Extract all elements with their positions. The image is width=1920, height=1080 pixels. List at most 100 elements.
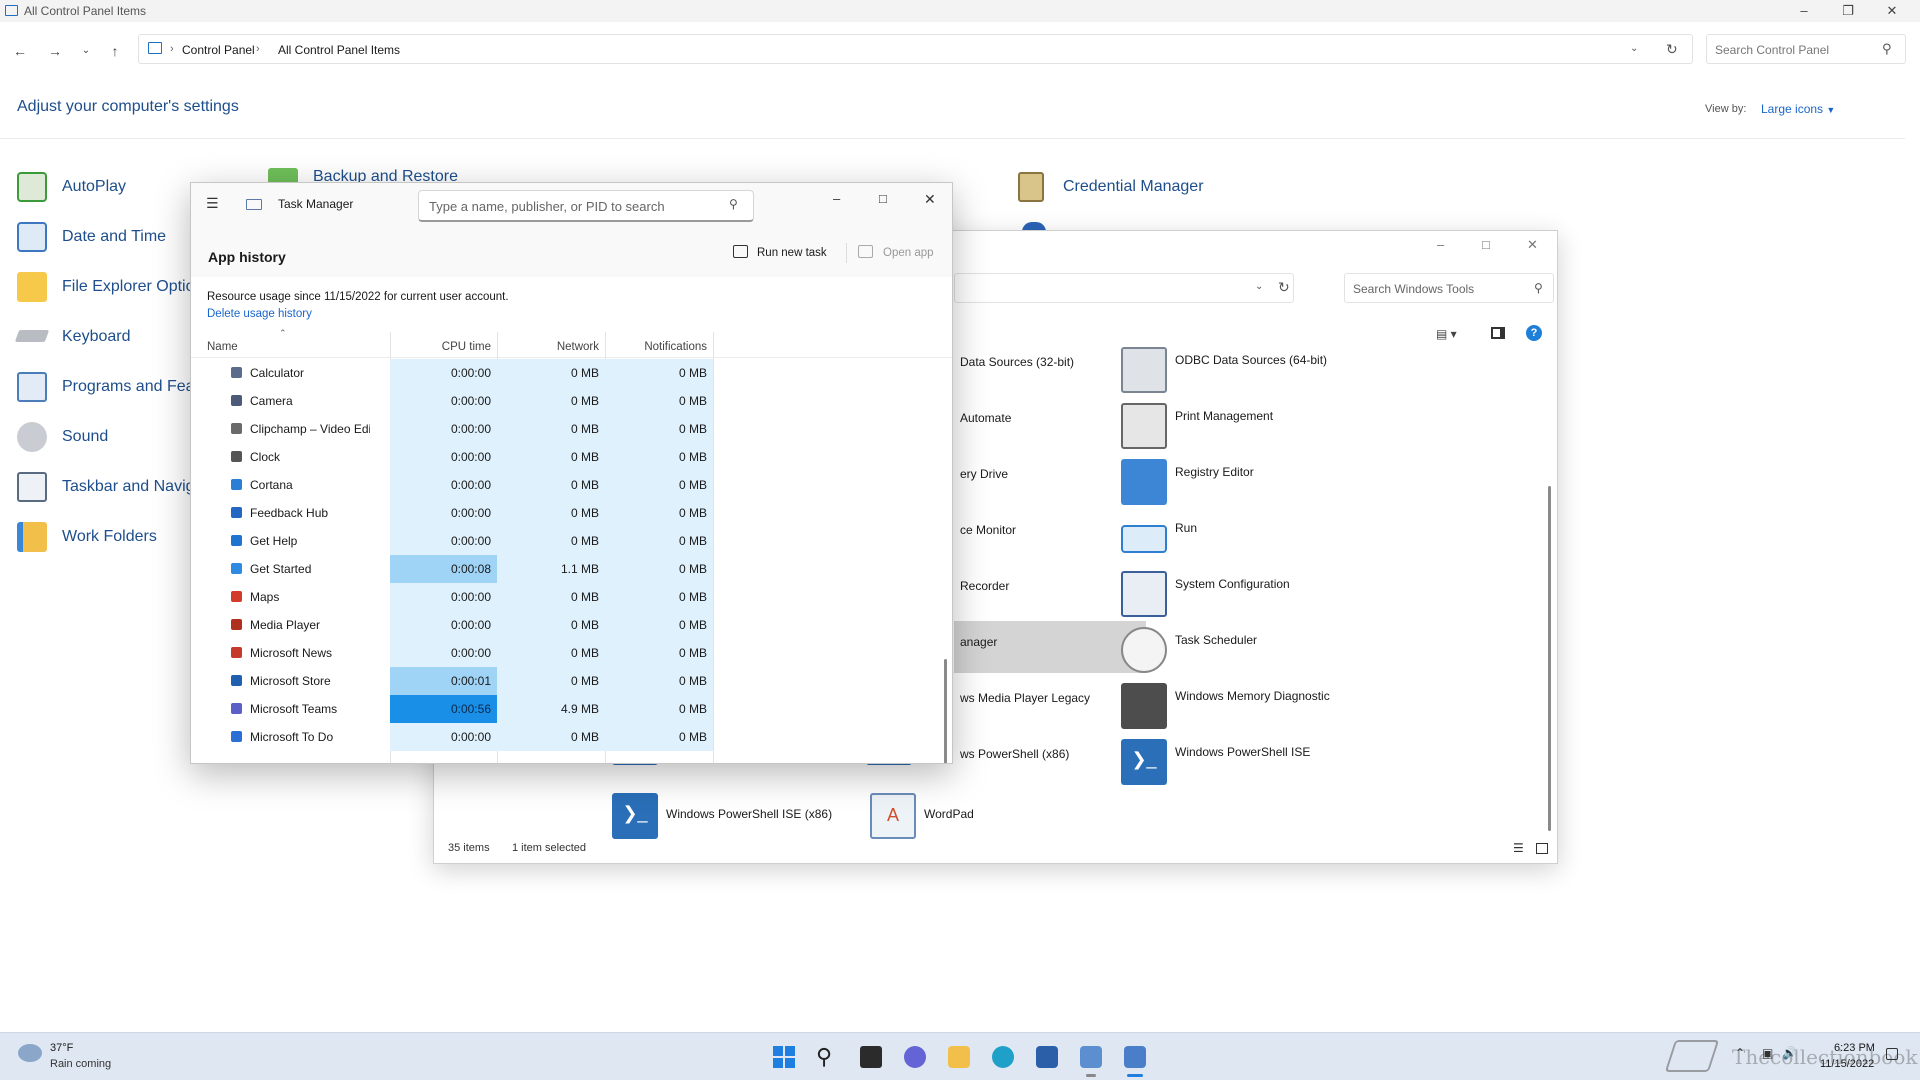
windows-tools-search-input[interactable]: Search Windows Tools [1344, 273, 1554, 303]
notifications-cell: 0 MB [605, 723, 713, 751]
memory-chip-icon [1121, 683, 1167, 729]
help-icon[interactable]: ? [1526, 325, 1542, 341]
restore-button[interactable]: ❐ [1826, 0, 1870, 22]
minimize-button[interactable]: – [1782, 0, 1826, 22]
view-by-dropdown[interactable]: Large icons ▼ [1761, 102, 1835, 116]
column-header-name[interactable]: Name [207, 341, 238, 353]
keyboard-icon [14, 330, 50, 342]
network-cell: 0 MB [497, 667, 605, 695]
task-manager-search-input[interactable]: Type a name, publisher, or PID to search [418, 190, 754, 222]
cpu-time-cell: 0:00:01 [390, 667, 497, 695]
breadcrumb-separator-icon: › [256, 43, 260, 55]
edge-icon[interactable] [992, 1046, 1014, 1068]
network-cell: 0 MB [497, 527, 605, 555]
clock-time[interactable]: 6:23 PM [1834, 1042, 1875, 1054]
table-row[interactable]: Cortana 0:00:00 0 MB 0 MB [191, 471, 952, 499]
delete-usage-history-link[interactable]: Delete usage history [207, 308, 312, 320]
weather-description[interactable]: Rain coming [50, 1058, 111, 1070]
table-row[interactable]: Calculator 0:00:00 0 MB 0 MB [191, 359, 952, 387]
table-row[interactable]: Get Started 0:00:08 1.1 MB 0 MB [191, 555, 952, 583]
app-name: Feedback Hub [250, 506, 329, 520]
notifications-cell: 0 MB [605, 471, 713, 499]
details-view-icon[interactable]: ☰ [1513, 841, 1524, 855]
app-icon [231, 535, 242, 546]
sort-ascending-icon: ⌃ [279, 328, 287, 338]
maximize-button[interactable]: □ [879, 191, 887, 206]
chat-icon[interactable] [904, 1046, 926, 1068]
breadcrumb-all-items[interactable]: All Control Panel Items [278, 43, 400, 57]
close-button[interactable]: ✕ [1870, 0, 1914, 22]
view-by-value: Large icons [1761, 102, 1824, 116]
clock-date[interactable]: 11/15/2022 [1820, 1058, 1874, 1070]
address-dropdown-chevron-icon[interactable]: ⌄ [1630, 43, 1638, 54]
control-panel-search-input[interactable]: Search Control Panel [1706, 34, 1906, 64]
control-panel-taskbar-icon[interactable] [1080, 1046, 1102, 1068]
preview-pane-icon[interactable] [1491, 327, 1505, 339]
table-row[interactable]: Microsoft Store 0:00:01 0 MB 0 MB [191, 667, 952, 695]
column-header-network[interactable]: Network [497, 341, 599, 353]
table-row[interactable]: Maps 0:00:00 0 MB 0 MB [191, 583, 952, 611]
app-name: Maps [250, 590, 280, 604]
close-button[interactable]: ✕ [1527, 237, 1538, 253]
table-row[interactable]: Clock 0:00:00 0 MB 0 MB [191, 443, 952, 471]
task-view-icon[interactable] [860, 1046, 882, 1068]
table-row[interactable]: Microsoft To Do 0:00:00 0 MB 0 MB [191, 723, 952, 751]
chevron-up-icon[interactable]: ⌃ [1735, 1046, 1745, 1060]
cpu-time-cell: 0:00:00 [390, 387, 497, 415]
app-history-content: Resource usage since 11/15/2022 for curr… [191, 277, 952, 763]
hamburger-menu-icon[interactable]: ☰ [206, 195, 219, 212]
wt-item-label: Data Sources (32-bit) [960, 355, 1075, 369]
powershell-icon: ❯_ [1121, 739, 1167, 785]
minimize-button[interactable]: – [1437, 237, 1444, 252]
recent-locations-chevron-icon[interactable]: ⌄ [75, 40, 97, 62]
forward-arrow-icon[interactable]: → [44, 40, 66, 62]
wt-item-label: System Configuration [1175, 577, 1290, 591]
table-row[interactable]: Camera 0:00:00 0 MB 0 MB [191, 387, 952, 415]
close-button[interactable]: ✕ [924, 191, 936, 208]
table-row[interactable]: Feedback Hub 0:00:00 0 MB 0 MB [191, 499, 952, 527]
minimize-button[interactable]: – [833, 191, 840, 206]
network-cell: 0 MB [497, 611, 605, 639]
view-options-icon[interactable]: ▤ ▾ [1436, 327, 1457, 341]
app-icon [231, 367, 242, 378]
scrollbar[interactable] [944, 659, 947, 763]
volume-icon[interactable]: 🔊 [1782, 1046, 1797, 1060]
table-row[interactable]: Microsoft Teams 0:00:56 4.9 MB 0 MB [191, 695, 952, 723]
system-config-icon [1121, 571, 1167, 617]
column-header-notifications[interactable]: Notifications [605, 341, 707, 353]
scrollbar[interactable] [1548, 486, 1551, 831]
cp-item-label: AutoPlay [62, 178, 127, 195]
up-arrow-icon[interactable]: ↑ [104, 40, 126, 62]
breadcrumb-control-panel[interactable]: Control Panel [182, 43, 255, 57]
store-icon[interactable] [1036, 1046, 1058, 1068]
active-indicator [1127, 1074, 1143, 1077]
back-arrow-icon[interactable]: ← [9, 40, 31, 62]
app-icon [231, 675, 242, 686]
chevron-down-icon[interactable]: ⌄ [1255, 281, 1263, 292]
table-row[interactable]: Clipchamp – Video Edit...0:00:000 MB0 MB [191, 415, 952, 443]
file-explorer-icon[interactable] [948, 1046, 970, 1068]
table-row[interactable]: Get Help 0:00:00 0 MB 0 MB [191, 527, 952, 555]
task-manager-taskbar-icon[interactable] [1124, 1046, 1146, 1068]
start-windows-icon[interactable] [773, 1046, 795, 1068]
database-icon [1121, 347, 1167, 393]
network-cell: 0 MB [497, 415, 605, 443]
weather-temperature[interactable]: 37°F [50, 1042, 73, 1054]
maximize-button[interactable]: □ [1482, 237, 1490, 252]
large-icons-view-icon[interactable] [1536, 843, 1548, 854]
windows-tools-address-bar[interactable]: ⌄ ↻ [954, 273, 1294, 303]
weather-rain-icon[interactable] [18, 1044, 42, 1062]
table-row[interactable]: Media Player 0:00:00 0 MB 0 MB [191, 611, 952, 639]
table-row[interactable]: Microsoft News 0:00:00 0 MB 0 MB [191, 639, 952, 667]
cp-item-label: File Explorer Optio [62, 278, 195, 295]
run-new-task-button[interactable]: Run new task [757, 247, 827, 259]
cpu-time-cell: 0:00:00 [390, 583, 497, 611]
refresh-icon[interactable]: ↻ [1278, 279, 1290, 296]
open-app-button[interactable]: Open app [883, 247, 934, 259]
search-icon[interactable]: ⚲ [816, 1044, 832, 1070]
network-icon[interactable]: ▣ [1762, 1046, 1773, 1060]
notifications-cell: 0 MB [605, 359, 713, 387]
refresh-icon[interactable]: ↻ [1666, 41, 1678, 58]
notification-center-icon[interactable] [1886, 1048, 1898, 1060]
column-header-cpu-time[interactable]: CPU time [390, 341, 491, 353]
